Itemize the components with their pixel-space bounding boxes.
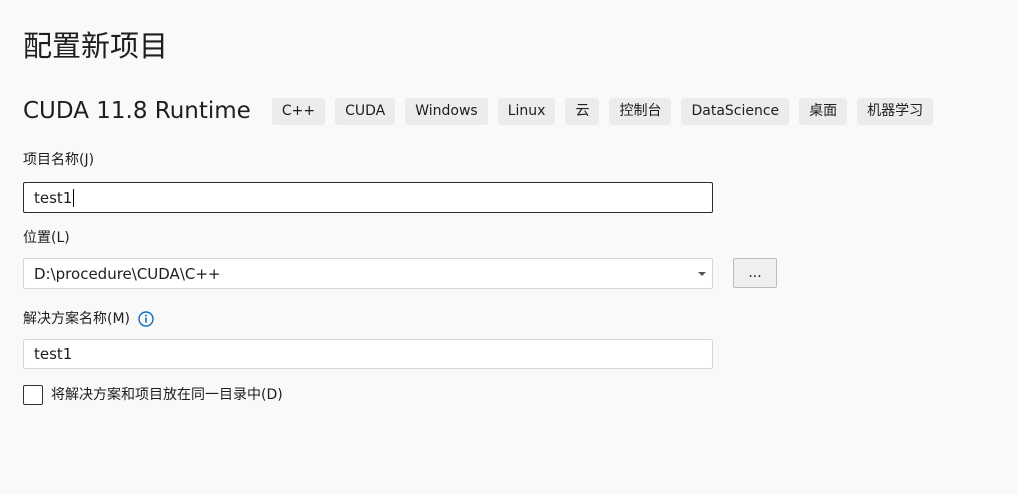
tag-cuda: CUDA xyxy=(335,97,396,125)
tag-desktop: 桌面 xyxy=(799,97,848,125)
info-icon[interactable] xyxy=(138,311,154,327)
location-label: 位置(L) xyxy=(23,230,70,246)
tag-cloud: 云 xyxy=(565,97,600,125)
project-name-input[interactable]: test1 xyxy=(23,182,713,213)
tag-cpp: C++ xyxy=(271,97,326,125)
location-combobox[interactable]: D:\procedure\CUDA\C++ xyxy=(23,258,713,289)
project-name-label: 项目名称(J) xyxy=(23,152,95,168)
location-value: D:\procedure\CUDA\C++ xyxy=(34,264,221,283)
solution-name-label-row: 解决方案名称(M) xyxy=(23,309,154,329)
tag-machine-learning: 机器学习 xyxy=(857,97,934,125)
project-name-value: test1 xyxy=(34,188,73,207)
tag-linux: Linux xyxy=(497,97,556,125)
tag-datascience: DataScience xyxy=(681,97,790,125)
browse-button[interactable]: ... xyxy=(733,258,777,288)
same-directory-checkbox[interactable] xyxy=(23,385,43,405)
same-directory-label: 将解决方案和项目放在同一目录中(D) xyxy=(51,387,283,403)
same-directory-option[interactable]: 将解决方案和项目放在同一目录中(D) xyxy=(23,385,283,405)
template-tags: C++ CUDA Windows Linux 云 控制台 DataScience… xyxy=(271,97,943,125)
template-header: CUDA 11.8 Runtime C++ CUDA Windows Linux… xyxy=(23,96,943,126)
dropdown-arrow-icon[interactable] xyxy=(698,271,706,276)
tag-console: 控制台 xyxy=(609,97,672,125)
solution-name-label: 解决方案名称(M) xyxy=(23,311,131,327)
solution-name-input[interactable]: test1 xyxy=(23,339,713,369)
tag-windows: Windows xyxy=(405,97,488,125)
text-caret xyxy=(73,188,75,207)
page-title: 配置新项目 xyxy=(23,29,169,63)
solution-name-value: test1 xyxy=(34,345,73,363)
template-name: CUDA 11.8 Runtime xyxy=(23,98,251,124)
